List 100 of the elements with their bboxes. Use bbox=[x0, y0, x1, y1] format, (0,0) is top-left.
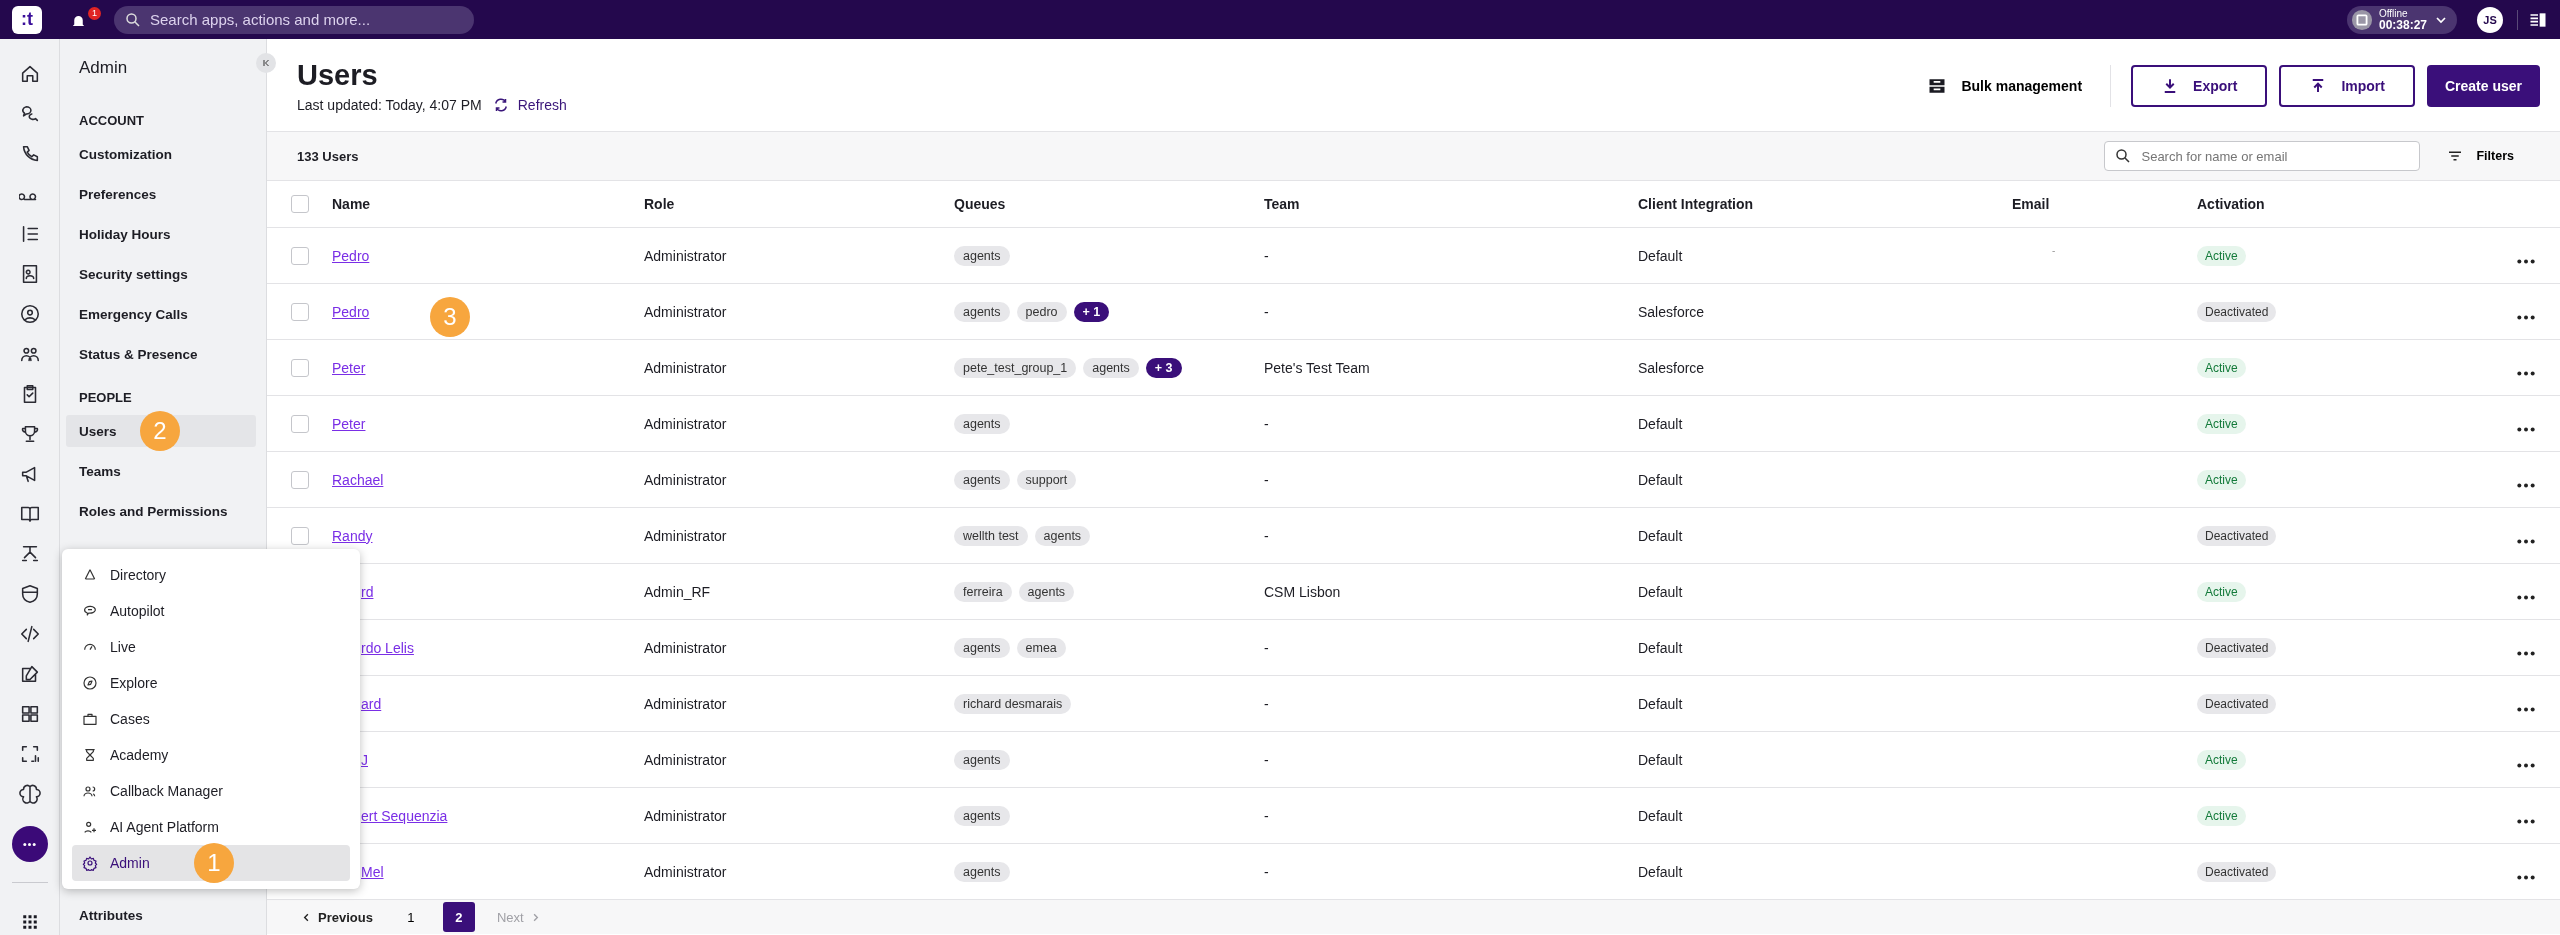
menu-item[interactable]: AI Agent Platform bbox=[72, 809, 350, 845]
user-name-link[interactable]: Peter bbox=[332, 415, 366, 432]
create-user-button[interactable]: Create user bbox=[2426, 65, 2540, 107]
menu-item[interactable]: Callback Manager bbox=[72, 773, 350, 809]
collapse-button[interactable] bbox=[256, 53, 276, 73]
client-integration-cell: Default bbox=[1638, 751, 1683, 768]
sidebar-item[interactable]: Preferences bbox=[66, 174, 256, 214]
more-queues-badge[interactable]: + 3 bbox=[1145, 357, 1182, 378]
step-marker: 3 bbox=[430, 296, 470, 337]
team-cell: - bbox=[1264, 303, 1269, 320]
activation-status: Deactivated bbox=[2197, 693, 2277, 714]
sidebar-item[interactable]: Customization bbox=[66, 134, 256, 174]
menu-item[interactable]: Directory bbox=[72, 557, 350, 593]
people-icon bbox=[82, 783, 98, 799]
user-name-link[interactable]: Pedro bbox=[332, 247, 370, 264]
sidebar-item[interactable]: Attributes bbox=[66, 895, 256, 935]
client-integration-cell: Default bbox=[1638, 807, 1683, 824]
more-options-icon[interactable] bbox=[2516, 538, 2536, 545]
menu-item[interactable]: Autopilot bbox=[72, 593, 350, 629]
page-button[interactable]: 1 bbox=[394, 902, 427, 932]
client-integration-cell: Default bbox=[1638, 639, 1683, 656]
sidebar-item[interactable]: Emergency Calls bbox=[66, 294, 256, 334]
row-checkbox[interactable] bbox=[290, 414, 309, 433]
export-button[interactable]: Export bbox=[2131, 65, 2268, 107]
role-cell: Administrator bbox=[644, 863, 727, 880]
user-name-link[interactable]: Rachael bbox=[332, 471, 384, 488]
role-cell: Administrator bbox=[644, 471, 727, 488]
import-button[interactable]: Import bbox=[2279, 65, 2415, 107]
stop-icon bbox=[2350, 8, 2373, 31]
status-selector[interactable]: Offline 00:38:27 bbox=[2346, 5, 2457, 34]
more-options-icon[interactable] bbox=[2516, 650, 2536, 657]
menu-item[interactable]: Cases bbox=[72, 701, 350, 737]
role-cell: Administrator bbox=[644, 807, 727, 824]
row-checkbox[interactable] bbox=[290, 358, 309, 377]
collapse-icon bbox=[260, 57, 272, 69]
user-name-link[interactable]: Pedro bbox=[332, 303, 370, 320]
queue-tag: pedro bbox=[1016, 301, 1067, 322]
status-timer: 00:38:27 bbox=[2378, 18, 2427, 31]
sidebar-item[interactable]: Teams bbox=[66, 451, 256, 491]
menu-item[interactable]: Admin 1 bbox=[72, 845, 350, 881]
more-options-icon[interactable] bbox=[2516, 762, 2536, 769]
more-options-icon[interactable] bbox=[2516, 314, 2536, 321]
bulk-management-button[interactable]: Bulk management bbox=[1911, 76, 2099, 96]
page-button[interactable]: 2 bbox=[442, 902, 475, 932]
role-cell: Administrator bbox=[644, 303, 727, 320]
sidebar-item[interactable]: Holiday Hours bbox=[66, 214, 256, 254]
user-name-link[interactable]: Peter bbox=[332, 359, 366, 376]
user-name-link[interactable]: rd bbox=[361, 583, 374, 600]
row-checkbox[interactable] bbox=[290, 302, 309, 321]
previous-page-button[interactable]: Previous bbox=[295, 908, 379, 926]
sidebar-item[interactable]: Status & Presence bbox=[66, 334, 256, 374]
more-options-icon[interactable] bbox=[2516, 482, 2536, 489]
more-options-icon[interactable] bbox=[2516, 594, 2536, 601]
sidebar-item[interactable]: Security settings bbox=[66, 254, 256, 294]
filters-button[interactable]: Filters bbox=[2440, 146, 2520, 166]
queue-tag: support bbox=[1016, 469, 1077, 490]
select-all-checkbox[interactable] bbox=[290, 195, 309, 213]
more-queues-badge[interactable]: + 1 bbox=[1073, 301, 1110, 322]
refresh-button[interactable]: Refresh bbox=[491, 96, 567, 114]
menu-item[interactable]: Live bbox=[72, 629, 350, 665]
team-cell: - bbox=[1264, 863, 1269, 880]
row-checkbox[interactable] bbox=[290, 246, 309, 265]
app-logo[interactable]: :t bbox=[12, 5, 42, 34]
brain-icon[interactable] bbox=[18, 782, 41, 806]
user-avatar[interactable]: JS bbox=[2477, 6, 2503, 33]
more-options-icon[interactable] bbox=[2516, 818, 2536, 825]
search-field[interactable]: Search apps, actions and more... bbox=[114, 5, 474, 34]
user-name-link[interactable]: Mel bbox=[361, 863, 384, 880]
sidebar-item[interactable]: Roles and Permissions bbox=[66, 491, 256, 531]
section-heading: ACCOUNT bbox=[78, 112, 145, 130]
step-marker: 1 bbox=[194, 843, 234, 883]
user-name-link[interactable]: J bbox=[361, 751, 368, 768]
compass-icon bbox=[82, 675, 98, 691]
side-panel-icon[interactable] bbox=[2517, 9, 2548, 30]
apps-grid-icon[interactable] bbox=[20, 913, 39, 931]
queue-tag: agents bbox=[954, 861, 1010, 882]
more-options-icon[interactable] bbox=[2516, 258, 2536, 265]
client-integration-cell: Default bbox=[1638, 583, 1683, 600]
user-name-link[interactable]: ert Sequenzia bbox=[361, 807, 448, 824]
column-header: Email bbox=[2012, 196, 2051, 212]
search-field[interactable]: Search for name or email bbox=[2104, 141, 2421, 171]
team-cell: - bbox=[1264, 415, 1269, 432]
queue-tag: agents bbox=[954, 805, 1010, 826]
more-options-icon[interactable] bbox=[2516, 874, 2536, 881]
row-checkbox[interactable] bbox=[290, 526, 309, 545]
menu-item[interactable]: Explore bbox=[72, 665, 350, 701]
row-checkbox[interactable] bbox=[290, 470, 309, 489]
queue-tag: agents bbox=[954, 749, 1010, 770]
more-options-icon[interactable] bbox=[2516, 426, 2536, 433]
client-integration-cell: Default bbox=[1638, 527, 1683, 544]
role-cell: Administrator bbox=[644, 751, 727, 768]
more-options-icon[interactable] bbox=[2516, 706, 2536, 713]
more-apps-button[interactable] bbox=[11, 826, 48, 862]
more-options-icon[interactable] bbox=[2516, 370, 2536, 377]
user-name-link[interactable]: rdo Lelis bbox=[361, 639, 414, 656]
user-name-link[interactable]: Randy bbox=[332, 527, 373, 544]
user-name-link[interactable]: ard bbox=[361, 695, 382, 712]
activation-status: Deactivated bbox=[2197, 525, 2277, 546]
team-cell: Pete's Test Team bbox=[1264, 359, 1370, 376]
menu-item[interactable]: Academy bbox=[72, 737, 350, 773]
